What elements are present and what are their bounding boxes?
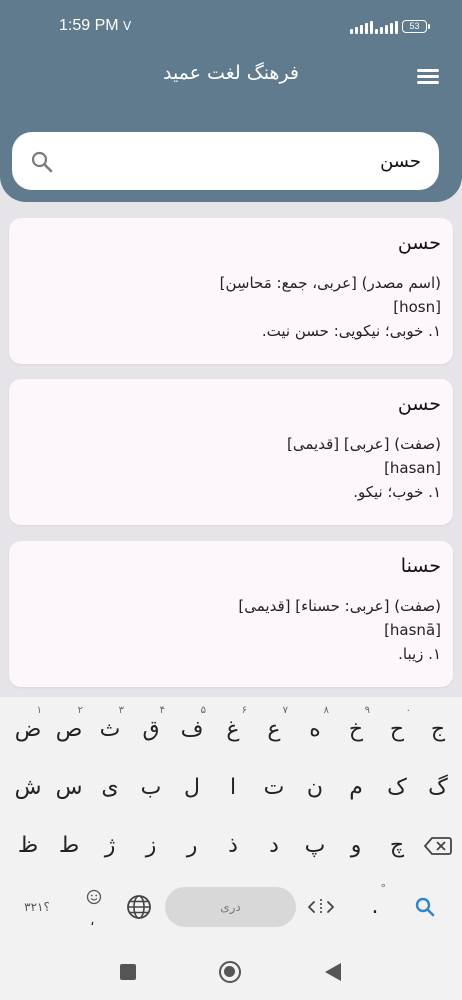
key-hint: ۲ bbox=[77, 705, 83, 716]
result-definition: ۱. خوبی؛ نیکویی: حسن نیت. bbox=[261, 322, 441, 340]
key[interactable]: ی bbox=[92, 766, 128, 810]
key[interactable]: و bbox=[338, 824, 374, 868]
key-label: خ bbox=[348, 717, 364, 742]
period-label: . bbox=[371, 894, 379, 919]
key-label: ح bbox=[389, 717, 405, 742]
key[interactable]: ژ bbox=[92, 824, 128, 868]
key[interactable]: ت bbox=[256, 766, 292, 810]
key[interactable]: ل bbox=[174, 766, 210, 810]
key[interactable]: ا bbox=[215, 766, 251, 810]
key-label: ض bbox=[14, 717, 42, 742]
key[interactable]: ن bbox=[297, 766, 333, 810]
key[interactable]: م bbox=[338, 766, 374, 810]
recent-apps-icon[interactable] bbox=[120, 964, 136, 980]
key-label: ق bbox=[142, 717, 160, 742]
symbols-key[interactable]: ؟۳۲۱ bbox=[14, 885, 60, 929]
key-hint: ۵ bbox=[200, 705, 206, 716]
result-definition: ۱. خوب؛ نیکو. bbox=[353, 483, 441, 501]
keyboard-row-2: گ ک م ن ت ا ل ب ی س ش bbox=[0, 766, 462, 816]
key[interactable]: ث۳ bbox=[92, 705, 128, 752]
key[interactable]: ص۲ bbox=[51, 705, 87, 752]
hamburger-menu-icon[interactable] bbox=[416, 64, 442, 88]
page-title: فرهنگ لغت عمید bbox=[162, 62, 300, 84]
period-key[interactable]: . ° bbox=[357, 882, 393, 929]
keyboard-row-1: ج ح۰ خ۹ ه۸ ع۷ غ۶ ف۵ ق۴ ث۳ ص۲ ض۱ bbox=[0, 705, 462, 758]
keyboard-row-3: چ و پ د ذ ر ز ژ ط ظ bbox=[0, 824, 462, 874]
back-icon[interactable] bbox=[324, 962, 342, 982]
key-hint: ۸ bbox=[323, 705, 329, 716]
key[interactable]: غ۶ bbox=[215, 705, 251, 752]
emoji-key-hint: ، bbox=[90, 913, 95, 929]
key[interactable]: ر bbox=[174, 824, 210, 868]
key[interactable]: چ bbox=[379, 824, 415, 868]
result-word: حسن bbox=[397, 393, 441, 415]
status-indicator: V bbox=[123, 19, 132, 33]
key[interactable]: س bbox=[51, 766, 87, 810]
key[interactable]: ح۰ bbox=[379, 705, 415, 752]
result-pronunciation: [hosn] bbox=[393, 298, 441, 316]
key[interactable]: ف۵ bbox=[174, 705, 210, 752]
key-hint: ۱ bbox=[36, 705, 42, 716]
signal-icon bbox=[350, 20, 374, 34]
result-grammar: (صفت) [عربی] [قدیمی] bbox=[287, 435, 441, 453]
search-input[interactable] bbox=[76, 132, 421, 190]
key-label: ه bbox=[309, 717, 321, 742]
result-word: حسن bbox=[397, 232, 441, 254]
cursor-move-icon[interactable] bbox=[303, 885, 339, 929]
key[interactable]: ه۸ bbox=[297, 705, 333, 752]
result-definition: ۱. زیبا. bbox=[398, 645, 441, 663]
emoji-icon[interactable]: ، bbox=[76, 885, 112, 929]
key-hint: ۴ bbox=[159, 705, 165, 716]
backspace-icon[interactable] bbox=[418, 824, 458, 868]
key[interactable]: ط bbox=[51, 824, 87, 868]
result-pronunciation: [hasan] bbox=[384, 459, 441, 477]
key-label: ث bbox=[99, 717, 121, 742]
key-hint: ۷ bbox=[282, 705, 288, 716]
key[interactable]: گ bbox=[420, 766, 456, 810]
status-bar: 1:59 PM V 53 bbox=[0, 0, 462, 52]
key[interactable]: پ bbox=[297, 824, 333, 868]
key-label: ج bbox=[430, 717, 446, 742]
result-card[interactable]: حسن (صفت) [عربی] [قدیمی] [hasan] ۱. خوب؛… bbox=[9, 379, 453, 525]
result-card[interactable]: حسنا (صفت) [عربی: حسناء] [قدیمی] [hasnā]… bbox=[9, 541, 453, 687]
key-label: ف bbox=[180, 717, 204, 742]
key[interactable]: ج bbox=[420, 708, 456, 752]
key-label: غ bbox=[226, 717, 240, 742]
key-hint: ۹ bbox=[364, 705, 370, 716]
result-card[interactable]: حسن (اسم مصدر) [عربی، جمع: مَحاسِن] [hos… bbox=[9, 218, 453, 364]
key[interactable]: ش bbox=[10, 766, 46, 810]
result-word: حسنا bbox=[400, 555, 441, 577]
globe-icon[interactable] bbox=[121, 885, 157, 929]
battery-icon: 53 bbox=[402, 20, 430, 33]
key[interactable]: خ۹ bbox=[338, 705, 374, 752]
key[interactable]: ض۱ bbox=[10, 705, 46, 752]
key-hint: ۶ bbox=[241, 705, 247, 716]
key[interactable]: ق۴ bbox=[133, 705, 169, 752]
key-hint: ۳ bbox=[118, 705, 124, 716]
result-pronunciation: [hasnā] bbox=[384, 621, 441, 639]
key[interactable]: ز bbox=[133, 824, 169, 868]
result-grammar: (صفت) [عربی: حسناء] [قدیمی] bbox=[238, 597, 441, 615]
search-box bbox=[12, 132, 439, 190]
search-icon[interactable] bbox=[30, 150, 54, 174]
key[interactable]: ظ bbox=[10, 824, 46, 868]
space-key[interactable]: دری bbox=[165, 887, 296, 927]
key[interactable]: د bbox=[256, 824, 292, 868]
key-label: ص bbox=[55, 717, 83, 742]
key[interactable]: ذ bbox=[215, 824, 251, 868]
key-hint: ۰ bbox=[405, 705, 411, 716]
key[interactable]: ع۷ bbox=[256, 705, 292, 752]
keyboard-search-icon[interactable] bbox=[407, 885, 443, 929]
key[interactable]: ک bbox=[379, 766, 415, 810]
key-label: ع bbox=[267, 717, 281, 742]
period-hint: ° bbox=[380, 882, 387, 895]
key[interactable]: ب bbox=[133, 766, 169, 810]
navigation-bar bbox=[0, 940, 462, 1000]
status-time: 1:59 PM bbox=[59, 17, 119, 34]
result-grammar: (اسم مصدر) [عربی، جمع: مَحاسِن] bbox=[219, 274, 441, 292]
signal-icon-2 bbox=[375, 20, 399, 34]
home-icon[interactable] bbox=[219, 961, 241, 983]
